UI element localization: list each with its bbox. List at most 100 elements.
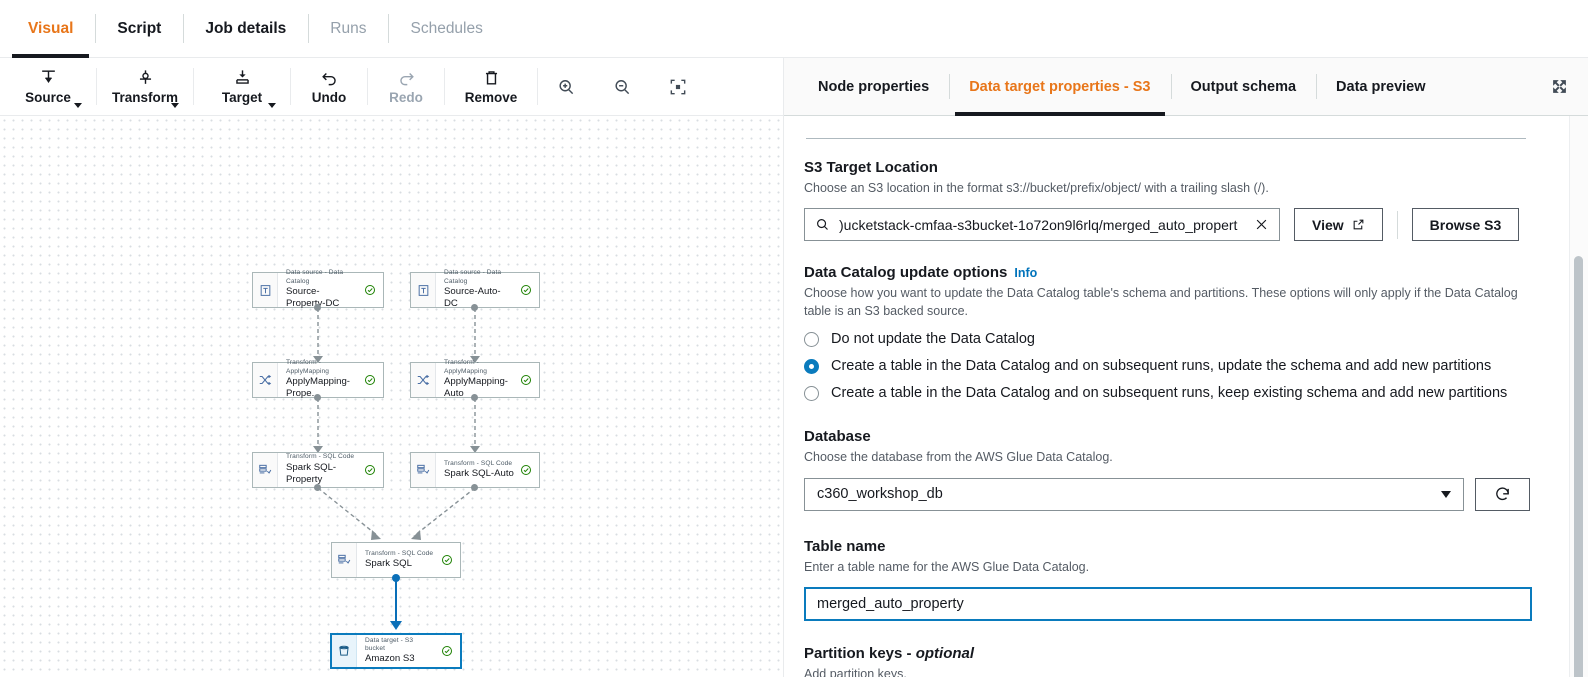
tab-node-properties[interactable]: Node properties bbox=[798, 58, 949, 115]
graph-node-spark-sql-merged[interactable]: Transform - SQL Code Spark SQL bbox=[331, 542, 461, 578]
radio-button[interactable] bbox=[804, 332, 819, 347]
zoom-in-button[interactable] bbox=[538, 58, 594, 115]
source-button-label: Source bbox=[25, 90, 71, 105]
data-catalog-update-options-label: Data Catalog update options Info bbox=[804, 264, 1550, 281]
scrollbar-thumb[interactable] bbox=[1574, 256, 1583, 677]
clear-s3-location-button[interactable] bbox=[1254, 217, 1269, 232]
s3-target-location-description: Choose an S3 location in the format s3:/… bbox=[804, 179, 1550, 197]
radio-option-label: Create a table in the Data Catalog and o… bbox=[831, 385, 1507, 401]
top-tab-bar: Visual Script Job details Runs Schedules bbox=[0, 0, 1588, 58]
tab-data-target-properties-s3[interactable]: Data target properties - S3 bbox=[949, 58, 1170, 115]
graph-node-applymapping-property[interactable]: Transform - ApplyMapping ApplyMapping-Pr… bbox=[252, 362, 384, 398]
expand-icon bbox=[1551, 78, 1568, 95]
view-button[interactable]: View bbox=[1294, 208, 1383, 241]
tab-data-preview[interactable]: Data preview bbox=[1316, 58, 1445, 115]
trash-icon bbox=[482, 68, 501, 87]
graph-node-name: Amazon S3 bbox=[365, 653, 435, 665]
radio-button-selected[interactable] bbox=[804, 359, 819, 374]
radio-option-label: Create a table in the Data Catalog and o… bbox=[831, 358, 1491, 374]
properties-scroll-area[interactable]: S3 Target Location Choose an S3 location… bbox=[784, 116, 1588, 677]
properties-pane: Node properties Data target properties -… bbox=[784, 58, 1588, 677]
tab-output-schema-label: Output schema bbox=[1191, 79, 1297, 95]
radio-button[interactable] bbox=[804, 386, 819, 401]
apply-mapping-icon bbox=[411, 363, 436, 397]
graph-node-source-property-dc[interactable]: Data source - Data Catalog Source-Proper… bbox=[252, 272, 384, 308]
graph-node-source-auto-dc[interactable]: Data source - Data Catalog Source-Auto-D… bbox=[410, 272, 540, 308]
transform-button[interactable]: Transform bbox=[97, 58, 193, 115]
radio-option-create-keep-schema[interactable]: Create a table in the Data Catalog and o… bbox=[804, 385, 1550, 401]
visual-editor-pane: Source Transform Target bbox=[0, 58, 784, 677]
tab-node-properties-label: Node properties bbox=[818, 79, 929, 95]
radio-option-create-update-schema[interactable]: Create a table in the Data Catalog and o… bbox=[804, 358, 1550, 374]
redo-button-label: Redo bbox=[389, 90, 423, 105]
graph-node-text: Transform - SQL Code Spark SQL-Auto bbox=[436, 453, 520, 487]
database-description: Choose the database from the AWS Glue Da… bbox=[804, 448, 1550, 466]
graph-node-applymapping-auto[interactable]: Transform - ApplyMapping ApplyMapping-Au… bbox=[410, 362, 540, 398]
s3-location-input[interactable]: )ucketstack-cmfaa-s3bucket-1o72on9l6rlq/… bbox=[804, 208, 1280, 241]
s3-location-value: )ucketstack-cmfaa-s3bucket-1o72on9l6rlq/… bbox=[839, 217, 1245, 233]
node-port[interactable] bbox=[314, 394, 321, 401]
partition-keys-title: Partition keys - bbox=[804, 645, 916, 662]
undo-button[interactable]: Undo bbox=[291, 58, 367, 115]
sql-code-icon bbox=[253, 453, 278, 487]
node-port-selected[interactable] bbox=[392, 574, 400, 582]
node-port[interactable] bbox=[471, 484, 478, 491]
database-selected-value: c360_workshop_db bbox=[817, 486, 1441, 502]
graph-node-spark-sql-auto[interactable]: Transform - SQL Code Spark SQL-Auto bbox=[410, 452, 540, 488]
job-graph-canvas[interactable]: Data source - Data Catalog Source-Proper… bbox=[0, 116, 783, 677]
refresh-databases-button[interactable] bbox=[1475, 478, 1530, 511]
source-button[interactable]: Source bbox=[0, 58, 96, 115]
tab-job-details[interactable]: Job details bbox=[183, 0, 308, 57]
node-port[interactable] bbox=[471, 304, 478, 311]
data-catalog-update-options-title: Data Catalog update options bbox=[804, 264, 1007, 281]
graph-node-amazon-s3-target[interactable]: Data target - S3 bucket Amazon S3 bbox=[330, 633, 462, 669]
zoom-out-button[interactable] bbox=[594, 58, 650, 115]
fit-to-screen-button[interactable] bbox=[650, 58, 706, 115]
tab-script[interactable]: Script bbox=[95, 0, 183, 57]
button-divider bbox=[1397, 211, 1398, 239]
graph-node-name: ApplyMapping-Auto bbox=[444, 376, 514, 401]
node-port[interactable] bbox=[314, 304, 321, 311]
node-port[interactable] bbox=[471, 394, 478, 401]
expand-panel-button[interactable] bbox=[1531, 58, 1588, 115]
status-ok-icon bbox=[520, 363, 539, 397]
node-port[interactable] bbox=[314, 484, 321, 491]
info-link[interactable]: Info bbox=[1014, 266, 1037, 280]
database-select[interactable]: c360_workshop_db bbox=[804, 478, 1464, 511]
data-catalog-icon bbox=[253, 273, 278, 307]
remove-button[interactable]: Remove bbox=[445, 58, 537, 115]
close-icon bbox=[1254, 217, 1269, 232]
refresh-icon bbox=[1494, 486, 1511, 503]
apply-mapping-icon bbox=[253, 363, 278, 397]
partition-keys-description: Add partition keys. bbox=[804, 665, 1550, 677]
radio-option-do-not-update[interactable]: Do not update the Data Catalog bbox=[804, 331, 1550, 347]
target-button-label: Target bbox=[222, 90, 262, 105]
view-button-label: View bbox=[1312, 217, 1344, 233]
target-button[interactable]: Target bbox=[194, 58, 290, 115]
partition-keys-optional: optional bbox=[916, 645, 974, 662]
database-section: Database Choose the database from the AW… bbox=[804, 428, 1550, 510]
tab-spacer bbox=[1446, 58, 1531, 115]
graph-node-name: Source-Property-DC bbox=[286, 286, 358, 311]
graph-node-type: Data source - Data Catalog bbox=[286, 269, 358, 285]
sql-code-icon bbox=[411, 453, 436, 487]
table-name-input[interactable]: merged_auto_property bbox=[804, 587, 1532, 621]
graph-node-text: Transform - SQL Code Spark SQL bbox=[357, 543, 441, 577]
target-caret-icon bbox=[268, 103, 276, 108]
scrolled-field-edge bbox=[806, 138, 1526, 139]
tab-runs[interactable]: Runs bbox=[308, 0, 388, 57]
redo-button[interactable]: Redo bbox=[368, 58, 444, 115]
status-ok-icon bbox=[441, 543, 460, 577]
graph-node-spark-sql-property[interactable]: Transform - SQL Code Spark SQL-Property bbox=[252, 452, 384, 488]
tab-visual[interactable]: Visual bbox=[6, 0, 95, 57]
database-label: Database bbox=[804, 428, 1550, 445]
tab-schedules[interactable]: Schedules bbox=[388, 0, 504, 57]
graph-node-type: Transform - SQL Code bbox=[286, 453, 358, 461]
graph-node-name: Spark SQL-Property bbox=[286, 462, 358, 487]
undo-button-label: Undo bbox=[312, 90, 347, 105]
browse-s3-button[interactable]: Browse S3 bbox=[1412, 208, 1520, 241]
transform-icon bbox=[136, 68, 155, 87]
fit-to-screen-icon bbox=[668, 77, 688, 97]
tab-output-schema[interactable]: Output schema bbox=[1171, 58, 1317, 115]
redo-icon bbox=[397, 68, 416, 87]
